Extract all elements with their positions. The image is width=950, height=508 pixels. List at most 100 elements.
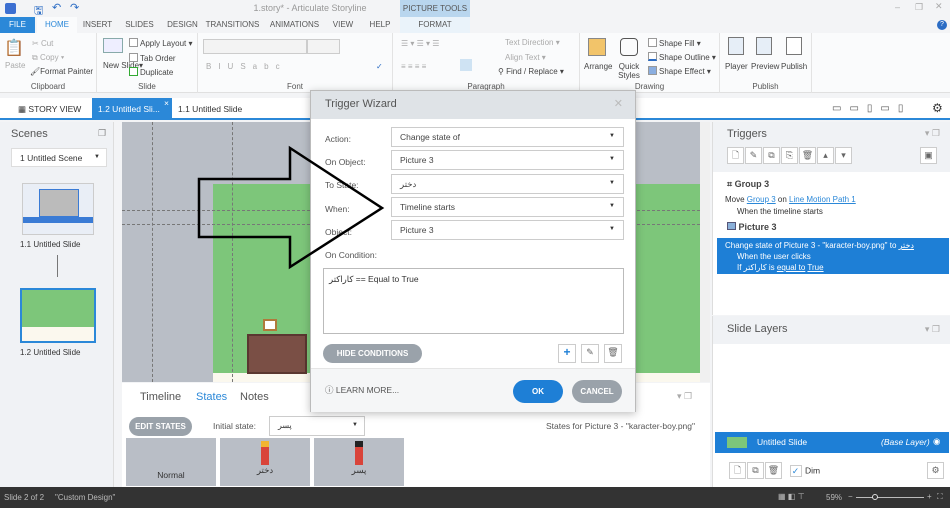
dim-checkbox[interactable]: ✓: [789, 464, 802, 477]
fit-window-icon[interactable]: ⛶: [937, 492, 943, 502]
copy-trigger-icon[interactable]: ⧉: [763, 147, 780, 164]
quick-styles-button[interactable]: Quick Styles: [616, 62, 642, 80]
close-button[interactable]: ✕: [935, 1, 943, 12]
view-mode-icons[interactable]: ▦ ◧ ⊤: [778, 492, 805, 501]
player-button[interactable]: Player: [725, 62, 748, 71]
state-normal[interactable]: Normal: [126, 438, 216, 486]
delete-condition-icon[interactable]: 🗑: [604, 344, 622, 363]
action-select[interactable]: Change state of: [391, 127, 624, 147]
spellcheck-icon[interactable]: ✓: [376, 62, 383, 71]
state-boy[interactable]: پسر: [314, 438, 404, 486]
base-layer-row[interactable]: Untitled Slide (Base Layer) ◉: [715, 432, 949, 453]
slide-tab[interactable]: 1.1 Untitled Slide: [172, 98, 248, 120]
trigger-settings-icon[interactable]: ▣: [920, 147, 937, 164]
zoom-slider-thumb[interactable]: [872, 494, 878, 500]
learn-more-link[interactable]: ⓘ LEARN MORE...: [325, 384, 399, 396]
restore-button[interactable]: ❐: [915, 2, 923, 13]
initial-state-select[interactable]: پسر ▼: [269, 416, 365, 436]
delete-layer-icon[interactable]: 🗑: [765, 462, 782, 479]
photo-frame-image[interactable]: [263, 319, 277, 331]
state-girl[interactable]: دختر: [220, 438, 310, 486]
float-panel-icon[interactable]: ▾ ❐: [925, 128, 940, 139]
shape-fill-button[interactable]: Shape Fill ▾: [648, 38, 701, 48]
tab-slides[interactable]: SLIDES: [122, 17, 157, 33]
vertical-scrollbar[interactable]: [700, 122, 710, 382]
slide-thumbnail-1[interactable]: [22, 183, 94, 235]
condition-item[interactable]: کاراکتر == Equal to True: [329, 274, 419, 284]
align-buttons[interactable]: ≡ ≡ ≡ ≡: [401, 62, 426, 71]
edit-trigger-icon[interactable]: ✎: [745, 147, 762, 164]
eye-icon[interactable]: ◉: [933, 436, 940, 447]
paste-button[interactable]: Paste: [5, 61, 25, 70]
zoom-slider[interactable]: [856, 497, 924, 498]
story-view-tab[interactable]: ▦ STORY VIEW: [12, 98, 87, 120]
float-panel-icon[interactable]: ▾ ❐: [925, 324, 940, 335]
group3-link[interactable]: Group 3: [747, 195, 776, 204]
font-family-select[interactable]: [203, 39, 307, 54]
when-select[interactable]: Timeline starts: [391, 197, 624, 217]
font-format-buttons[interactable]: BIUSabc: [206, 62, 287, 71]
delete-trigger-icon[interactable]: 🗑: [799, 147, 816, 164]
shape-effect-button[interactable]: Shape Effect ▾: [648, 66, 711, 76]
trigger-group-picture3[interactable]: Picture 3: [727, 222, 777, 232]
tab-order-button[interactable]: Tab Order: [129, 53, 176, 63]
duplicate-layer-icon[interactable]: ⧉: [747, 462, 764, 479]
zoom-in-button[interactable]: +: [927, 492, 932, 501]
device-preview-icons[interactable]: ▭▭▯▭▯: [832, 103, 911, 114]
tab-help[interactable]: HELP: [365, 17, 395, 33]
float-panel-icon[interactable]: ▾ ❐: [677, 391, 692, 402]
list-buttons[interactable]: ☰ ▾ ☰ ▾ ☰: [401, 39, 439, 48]
find-replace-button[interactable]: ⚲ Find / Replace ▾: [498, 67, 564, 76]
publish-button[interactable]: Publish: [781, 62, 807, 71]
duplicate-button[interactable]: Duplicate: [129, 67, 173, 77]
tab-home[interactable]: HOME: [37, 17, 77, 33]
slide-thumbnail-2[interactable]: [20, 288, 96, 343]
rtl-button[interactable]: [460, 59, 472, 71]
scene-select[interactable]: 1 Untitled Scene ▼: [11, 148, 107, 167]
move-down-icon[interactable]: ▾: [835, 147, 852, 164]
help-icon[interactable]: ?: [937, 20, 947, 30]
shape-outline-button[interactable]: Shape Outline ▾: [648, 52, 716, 62]
format-painter-button[interactable]: 🖌Format Painter: [30, 67, 93, 76]
align-text-button[interactable]: Align Text ▾: [505, 53, 546, 62]
arrange-button[interactable]: Arrange: [584, 62, 612, 71]
on-object-select[interactable]: Picture 3: [391, 150, 624, 170]
apply-layout-button[interactable]: Apply Layout ▾: [129, 38, 193, 48]
ok-button[interactable]: OK: [513, 380, 563, 403]
new-trigger-icon[interactable]: 🗋: [727, 147, 744, 164]
float-panel-icon[interactable]: ❐: [98, 128, 106, 139]
tab-file[interactable]: FILE: [0, 17, 35, 33]
new-layer-icon[interactable]: 🗋: [729, 462, 746, 479]
add-condition-icon[interactable]: +: [558, 344, 576, 363]
edit-condition-icon[interactable]: ✎: [581, 344, 599, 363]
edit-states-button[interactable]: EDIT STATES: [129, 417, 192, 436]
tab-transitions[interactable]: TRANSITIONS: [205, 17, 260, 33]
gear-icon[interactable]: ⚙: [932, 101, 943, 115]
tab-design[interactable]: DESIGN: [165, 17, 200, 33]
hide-conditions-button[interactable]: HIDE CONDITIONS: [323, 344, 422, 363]
zoom-out-button[interactable]: −: [848, 492, 853, 501]
tab-timeline[interactable]: Timeline: [140, 391, 181, 403]
preview-button[interactable]: Preview: [751, 62, 779, 71]
paste-trigger-icon[interactable]: ⎘: [781, 147, 798, 164]
tab-notes[interactable]: Notes: [240, 391, 269, 403]
layer-settings-icon[interactable]: ⚙: [927, 462, 944, 479]
dialog-close-button[interactable]: ✕: [614, 97, 623, 110]
tab-view[interactable]: VIEW: [328, 17, 358, 33]
dresser-image[interactable]: [247, 334, 307, 374]
to-state-select[interactable]: دختر: [391, 174, 624, 194]
move-up-icon[interactable]: ▴: [817, 147, 834, 164]
trigger-group-group3[interactable]: ⌗ Group 3: [727, 179, 769, 190]
motion-path-link[interactable]: Line Motion Path 1: [789, 195, 856, 204]
tab-insert[interactable]: INSERT: [80, 17, 115, 33]
cancel-button[interactable]: CANCEL: [572, 380, 622, 403]
copy-button[interactable]: ⧉ Copy ▾: [32, 53, 64, 63]
tab-states[interactable]: States: [196, 391, 227, 403]
tab-format[interactable]: FORMAT: [400, 17, 470, 33]
object-select[interactable]: Picture 3: [391, 220, 624, 240]
slide-tab-active[interactable]: 1.2 Untitled Sli... ×: [92, 98, 172, 120]
minimize-button[interactable]: –: [895, 2, 900, 12]
tab-animations[interactable]: ANIMATIONS: [267, 17, 322, 33]
cut-button[interactable]: ✂ Cut: [32, 39, 53, 48]
text-direction-button[interactable]: Text Direction ▾: [505, 38, 560, 47]
